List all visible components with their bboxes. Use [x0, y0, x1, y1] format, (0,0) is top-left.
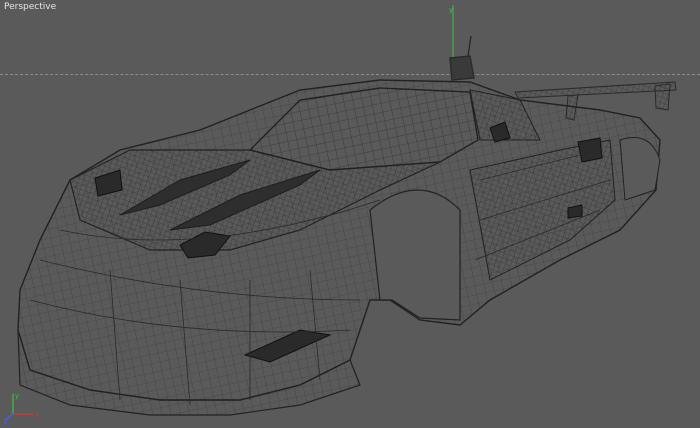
axis-gizmo[interactable]: y x z [3, 388, 47, 424]
gizmo-y-label: y [15, 392, 19, 400]
gizmo-x-label: x [35, 411, 39, 419]
car-wireframe-model[interactable]: y [0, 0, 700, 428]
perspective-viewport[interactable]: Perspective y y x z [0, 0, 700, 428]
roof-antenna [449, 35, 475, 81]
object-axis-y-label: y [449, 6, 453, 14]
gizmo-z-label: z [4, 417, 8, 424]
car-body [17, 79, 661, 416]
